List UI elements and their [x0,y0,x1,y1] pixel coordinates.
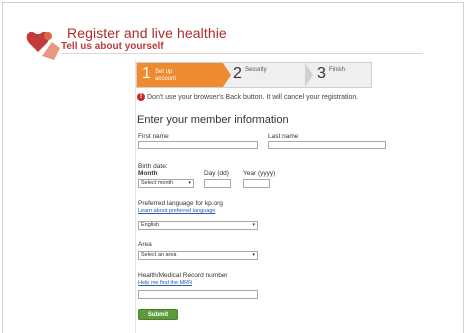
month-label: Month [138,170,158,177]
step-1-arrow [223,63,231,87]
heart-figure-logo-icon [26,31,60,60]
language-label: Preferred language for kp.org [138,200,223,207]
last-name-input[interactable] [268,141,386,149]
chevron-down-icon: ▾ [252,252,255,258]
step-1-active: 1 Set up account [137,63,223,87]
step-3-number: 3 [317,65,326,82]
day-input[interactable] [204,179,231,188]
step-1-label: Set up account [155,69,176,83]
year-label: Year (yyyy) [243,170,276,177]
warning-message: ! Don't use your browser's Back button. I… [137,93,358,101]
area-select-value: Select an area [141,252,177,258]
language-select[interactable]: English ▾ [138,221,258,230]
day-label: Day (dd) [204,170,229,177]
step-3-label: Finish [329,67,346,73]
step-1-label-line1: Set up [155,69,173,75]
form-heading: Enter your member information [137,114,289,126]
step-2-number: 2 [233,65,242,82]
month-select[interactable]: Select month ▾ [138,179,194,188]
step-2-arrow [305,63,313,87]
language-help-link[interactable]: Learn about preferred language [138,208,215,214]
warning-text: Don't use your browser's Back button. It… [147,93,359,101]
progress-steps: 1 Set up account 2 Security 3 Finish [136,62,372,88]
area-select[interactable]: Select an area ▾ [138,251,258,260]
mrn-input[interactable] [138,290,258,299]
birth-date-label: Birth date: [138,163,168,170]
page-subtitle: Tell us about yourself [61,41,164,52]
page-title: Register and live healthie [67,25,227,41]
divider-line [135,60,136,333]
mrn-help-link[interactable]: Help me find the MRN [138,280,192,286]
first-name-label: First name [138,133,169,140]
step-2-label: Security [245,67,267,73]
month-select-value: Select month [141,180,174,186]
chevron-down-icon: ▾ [252,222,255,228]
step-1-label-line2: account [155,76,177,82]
chevron-down-icon: ▾ [188,180,191,186]
title-divider [61,53,423,54]
area-label: Area [138,241,152,248]
warning-icon: ! [137,93,145,101]
mrn-label: Health/Medical Record number [138,272,228,279]
language-select-value: English [141,222,160,228]
step-2: 2 Security [231,63,307,87]
first-name-input[interactable] [138,141,258,149]
year-input[interactable] [243,179,270,188]
step-1-number: 1 [142,65,151,82]
last-name-label: Last name [268,133,299,140]
step-3: 3 Finish [315,63,371,87]
submit-button[interactable]: Submit [138,309,178,320]
